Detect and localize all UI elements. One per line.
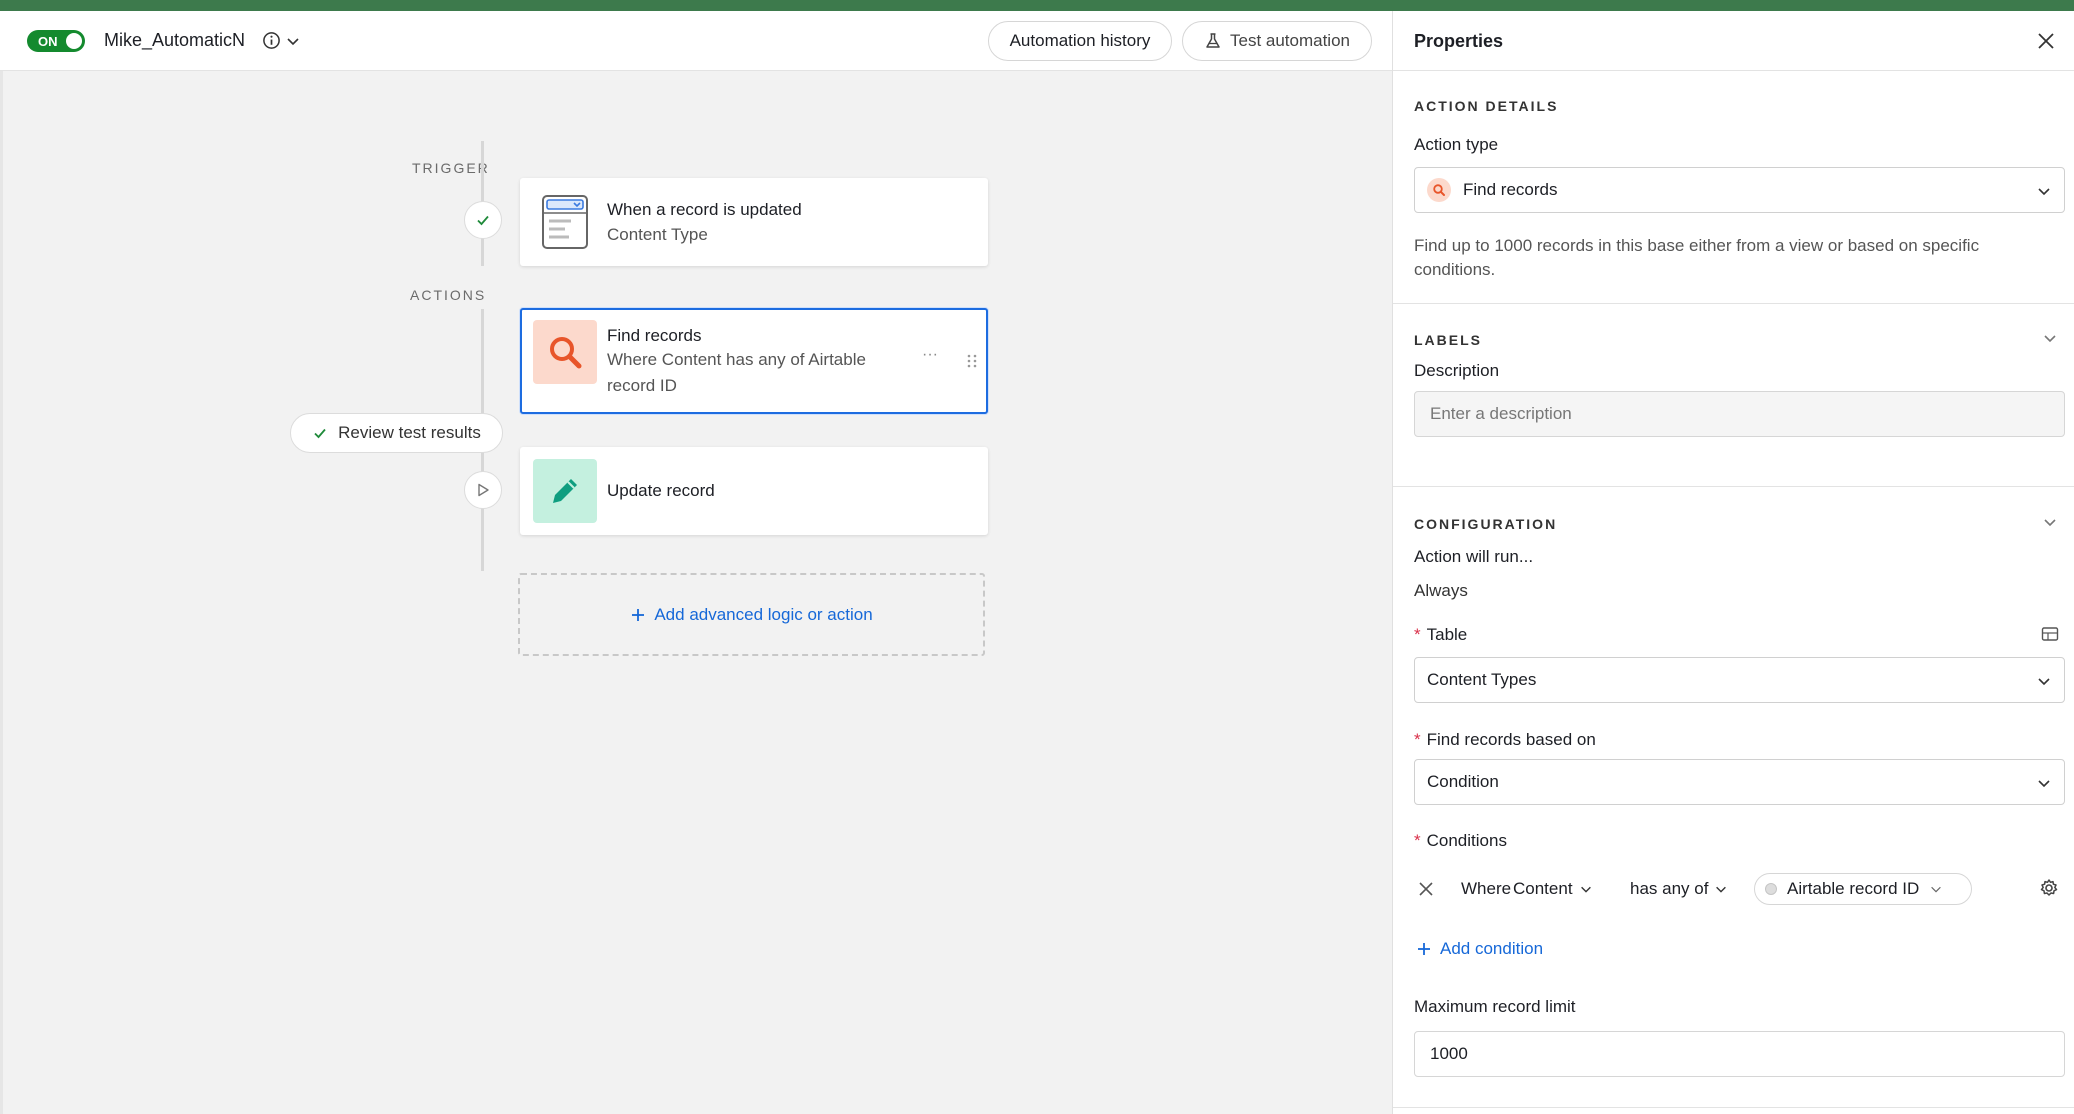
condition-value-pill[interactable]: Airtable record ID xyxy=(1754,873,1972,905)
add-condition-label: Add condition xyxy=(1440,939,1544,958)
action-run-label: Action will run... xyxy=(1414,547,1534,566)
flask-icon xyxy=(1206,33,1220,48)
properties-title: Properties xyxy=(1414,31,1504,51)
check-icon xyxy=(314,428,326,439)
test-automation-button[interactable]: Test automation xyxy=(1182,21,1372,61)
find-based-on-value: Condition xyxy=(1427,772,1499,791)
gear-icon[interactable] xyxy=(2039,878,2059,898)
review-test-results-button[interactable]: Review test results xyxy=(290,413,503,453)
chevron-down-icon xyxy=(1580,886,1591,893)
chevron-down-icon xyxy=(2038,780,2050,788)
action-run-value: Always xyxy=(1414,581,1468,600)
check-icon xyxy=(477,215,489,226)
drag-handle-icon[interactable] xyxy=(967,353,977,369)
review-test-results-label: Review test results xyxy=(338,423,481,442)
chevron-down-icon[interactable] xyxy=(285,33,301,49)
chevron-down-icon xyxy=(1716,886,1727,893)
chevron-down-icon xyxy=(2038,678,2050,686)
automation-header: ON Mike_AutomaticN Automation history Te… xyxy=(0,11,1392,71)
condition-value: Airtable record ID xyxy=(1787,879,1920,898)
condition-operator-value: has any of xyxy=(1630,879,1709,898)
table-value: Content Types xyxy=(1427,670,1537,689)
automation-history-button[interactable]: Automation history xyxy=(988,21,1172,61)
toggle-label: ON xyxy=(38,34,58,49)
action-details-section-title: ACTION DETAILS xyxy=(1414,98,1559,114)
top-accent-bar xyxy=(0,0,2074,11)
conditions-label: * Conditions xyxy=(1414,831,1507,850)
record-update-icon xyxy=(533,190,597,254)
update-record-card[interactable]: Update record xyxy=(520,447,988,535)
token-icon xyxy=(1765,883,1777,895)
find-records-card-title: Find records xyxy=(607,326,702,345)
info-icon[interactable] xyxy=(262,31,281,50)
trigger-card-title: When a record is updated xyxy=(607,200,802,219)
condition-field-value: Content xyxy=(1513,879,1573,898)
conditions-label-text: Conditions xyxy=(1426,831,1507,850)
chevron-down-icon[interactable] xyxy=(2042,330,2058,346)
find-based-on-label-text: Find records based on xyxy=(1426,730,1596,749)
run-step-button[interactable] xyxy=(464,471,502,509)
table-select[interactable]: Content Types xyxy=(1414,657,2065,703)
max-record-limit-input[interactable] xyxy=(1414,1031,2065,1077)
chevron-down-icon[interactable] xyxy=(2042,514,2058,530)
action-type-description: Find up to 1000 records in this base eit… xyxy=(1414,236,1980,279)
table-label-text: Table xyxy=(1426,625,1468,644)
trigger-section-label: TRIGGER xyxy=(412,160,490,176)
plus-icon xyxy=(1418,943,1430,955)
actions-section-label: ACTIONS xyxy=(410,287,487,303)
more-options-icon[interactable]: ··· xyxy=(922,346,938,364)
description-label: Description xyxy=(1414,361,1500,380)
find-based-on-select[interactable]: Condition xyxy=(1414,759,2065,805)
test-automation-label: Test automation xyxy=(1229,31,1350,50)
update-record-card-title: Update record xyxy=(607,481,715,500)
table-label: * Table xyxy=(1414,625,1468,644)
chevron-down-icon xyxy=(1931,886,1942,893)
section-divider xyxy=(1393,1107,2074,1108)
plus-icon xyxy=(632,608,645,621)
action-type-select[interactable]: Find records xyxy=(1414,167,2065,213)
automation-name[interactable]: Mike_AutomaticN xyxy=(104,30,245,51)
find-records-card-subtitle: Where Content has any of Airtable record… xyxy=(607,350,866,395)
search-icon xyxy=(533,320,597,384)
condition-field-select[interactable]: Content xyxy=(1513,875,1593,903)
section-divider xyxy=(1393,486,2074,487)
remove-condition-icon[interactable] xyxy=(1418,881,1434,897)
properties-header: Properties xyxy=(1393,11,2074,71)
add-condition-button[interactable]: Add condition xyxy=(1416,939,1543,959)
condition-operator-select[interactable]: has any of xyxy=(1630,875,1728,903)
properties-panel: Properties ACTION DETAILS Action type Fi… xyxy=(1393,11,2074,1114)
max-record-limit-label: Maximum record limit xyxy=(1414,997,1576,1016)
automation-toggle[interactable]: ON xyxy=(27,30,85,52)
action-type-value: Find records xyxy=(1463,180,1558,199)
add-logic-or-action-label: Add advanced logic or action xyxy=(654,604,873,624)
trigger-status-check xyxy=(464,201,502,239)
add-logic-or-action-button[interactable]: Add advanced logic or action xyxy=(518,573,985,656)
labels-section-title: LABELS xyxy=(1414,332,1482,348)
toggle-knob xyxy=(66,33,82,49)
configuration-section-title: CONFIGURATION xyxy=(1414,516,1558,532)
close-icon[interactable] xyxy=(2036,31,2056,51)
description-input[interactable] xyxy=(1414,391,2065,437)
section-divider xyxy=(1393,303,2074,304)
automation-history-label: Automation history xyxy=(1009,31,1151,50)
chevron-down-icon xyxy=(2038,188,2050,196)
condition-where: Where xyxy=(1461,879,1512,898)
play-icon xyxy=(478,483,489,497)
trigger-card[interactable]: When a record is updated Content Type xyxy=(520,178,988,266)
automation-canvas: TRIGGER ACTIONS When a record is updated… xyxy=(0,71,1392,1114)
find-records-card[interactable]: Find records Where Content has any of Ai… xyxy=(520,308,988,414)
search-icon xyxy=(1427,178,1451,202)
expand-panel-icon[interactable] xyxy=(2041,626,2059,642)
action-type-label: Action type xyxy=(1414,135,1499,154)
find-based-on-label: * Find records based on xyxy=(1414,730,1596,749)
trigger-card-subtitle: Content Type xyxy=(607,225,708,244)
pencil-icon xyxy=(533,459,597,523)
